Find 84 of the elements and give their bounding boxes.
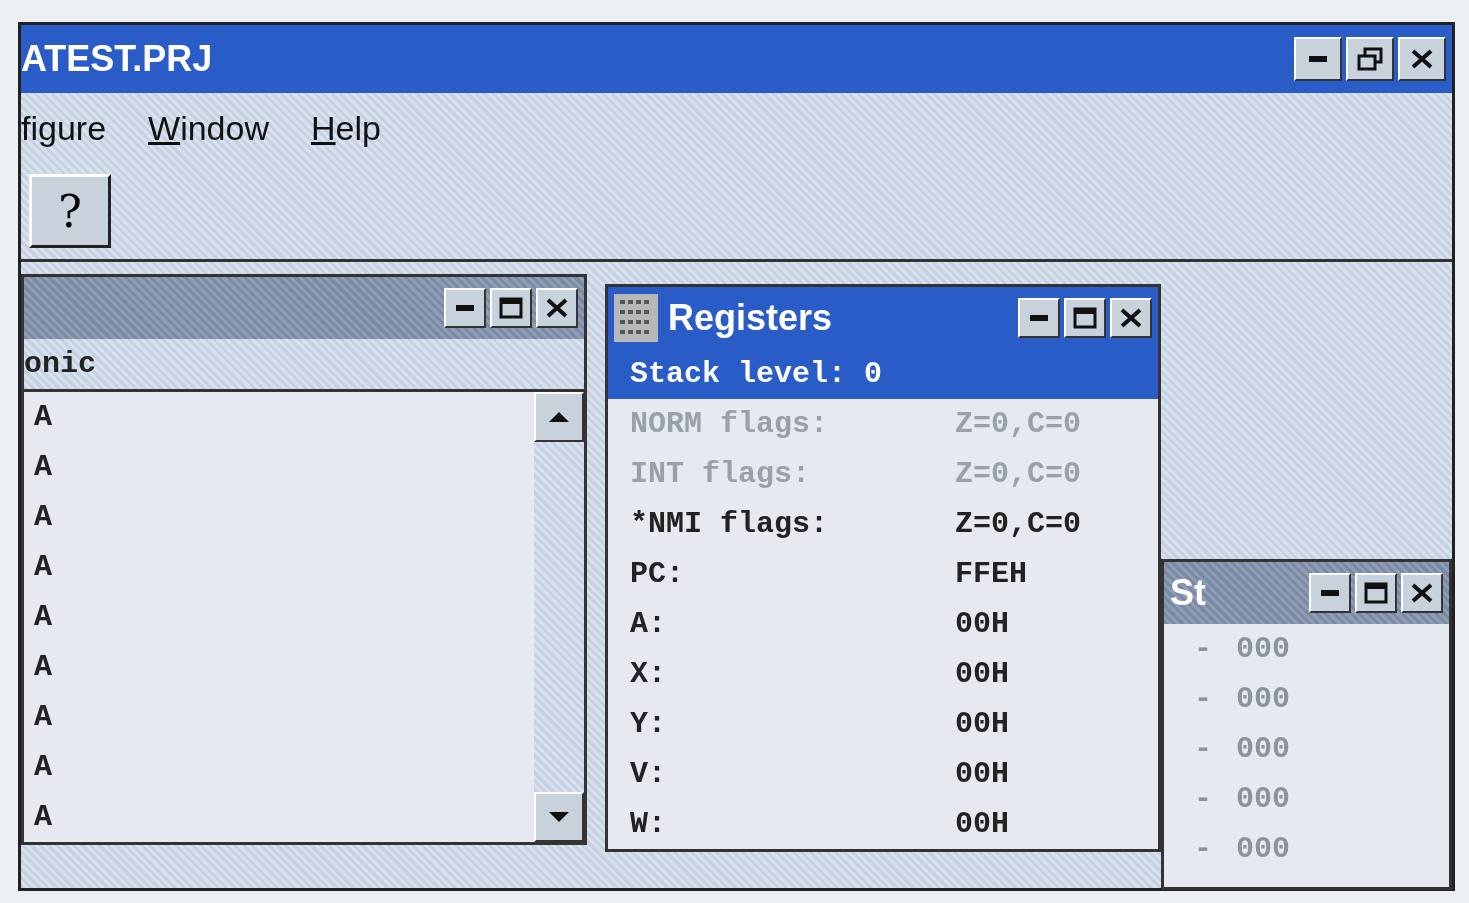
maximize-icon [1073,307,1097,329]
register-row[interactable]: V: 00H [608,749,1158,799]
close-button[interactable] [536,288,578,328]
help-button[interactable]: ? [29,174,111,248]
register-row[interactable]: Y: 00H [608,699,1158,749]
register-label: W: [630,807,667,841]
row-marker: - [1194,632,1212,666]
close-icon [1411,49,1433,69]
down-arrow-icon [549,812,569,822]
scroll-up-button[interactable] [534,392,584,442]
maximize-button[interactable] [490,288,532,328]
table-cell: 000 [1236,832,1291,866]
row-marker: - [1194,682,1212,716]
table-cell-text: A [34,449,53,486]
maximize-button[interactable] [1355,573,1397,613]
window-title: St [1170,572,1206,614]
menu-item[interactable]: Help [311,108,381,148]
table-cell-text: A [34,749,53,786]
register-label: X: [630,657,667,691]
close-icon [1411,583,1433,603]
table-cell: 000 [1236,782,1291,816]
minimize-icon [1309,56,1327,62]
table-cell-text: A [34,799,53,836]
register-label: NORM flags: [630,407,830,441]
scrollbar[interactable] [534,392,584,842]
register-label: INT flags: [630,457,812,491]
window-title: ATEST.PRJ [21,38,213,80]
close-button[interactable] [1110,298,1152,338]
table-cell-text: A [34,599,53,636]
row-marker: - [1194,782,1212,816]
register-label: V: [630,757,667,791]
window-title: Registers [668,297,833,339]
register-label: A: [630,607,667,641]
register-value: Z=0,C=0 [955,407,1083,441]
close-button[interactable] [1401,573,1443,613]
register-value: Z=0,C=0 [955,457,1083,491]
register-row[interactable]: A: 00H [608,599,1158,649]
register-row[interactable]: *NMI flags: Z=0,C=0 [608,499,1158,549]
register-row[interactable]: PC: FFEH [608,549,1158,599]
register-label: Y: [630,707,667,741]
register-label: PC: [630,557,685,591]
selected-row[interactable]: Stack level: 0 [608,349,1158,399]
restore-icon [1357,47,1383,71]
register-row[interactable]: X: 00H [608,649,1158,699]
minimize-button[interactable] [1309,573,1351,613]
table-cell-text: A [34,649,53,686]
restore-button[interactable] [1346,37,1394,81]
menu-item[interactable]: Window [148,108,269,148]
register-value: 00H [955,757,1010,791]
minimize-button[interactable] [1294,37,1342,81]
maximize-icon [1364,582,1388,604]
minimize-button[interactable] [444,288,486,328]
close-icon [1120,308,1142,328]
table-cell: 000 [1236,632,1291,666]
table-cell-text: A [34,549,53,586]
row-marker: - [1194,732,1212,766]
register-label: Stack level: 0 [630,357,884,391]
register-value: Z=0,C=0 [955,507,1083,541]
scroll-down-button[interactable] [534,792,584,842]
close-icon [546,298,568,318]
register-label: *NMI flags: [630,507,830,541]
minimize-icon [1321,590,1339,596]
row-marker: - [1194,832,1212,866]
minimize-icon [1030,315,1048,321]
maximize-button[interactable] [1064,298,1106,338]
register-value: 00H [955,807,1010,841]
register-value: 00H [955,607,1010,641]
table-cell: 000 [1236,682,1291,716]
column-header-text: onic [24,347,97,381]
menu-item[interactable]: figure [21,108,107,148]
table-cell-text: A [34,499,53,536]
minimize-icon [456,305,474,311]
chip-icon [614,294,658,342]
register-value: 00H [955,707,1010,741]
table-cell: 000 [1236,732,1291,766]
up-arrow-icon [549,412,569,422]
maximize-icon [499,297,523,319]
close-button[interactable] [1398,37,1446,81]
table-cell-text: A [34,399,53,436]
minimize-button[interactable] [1018,298,1060,338]
table-cell-text: A [34,699,53,736]
register-value: FFEH [955,557,1028,591]
register-row[interactable]: W: 00H [608,799,1158,849]
register-value: 00H [955,657,1010,691]
